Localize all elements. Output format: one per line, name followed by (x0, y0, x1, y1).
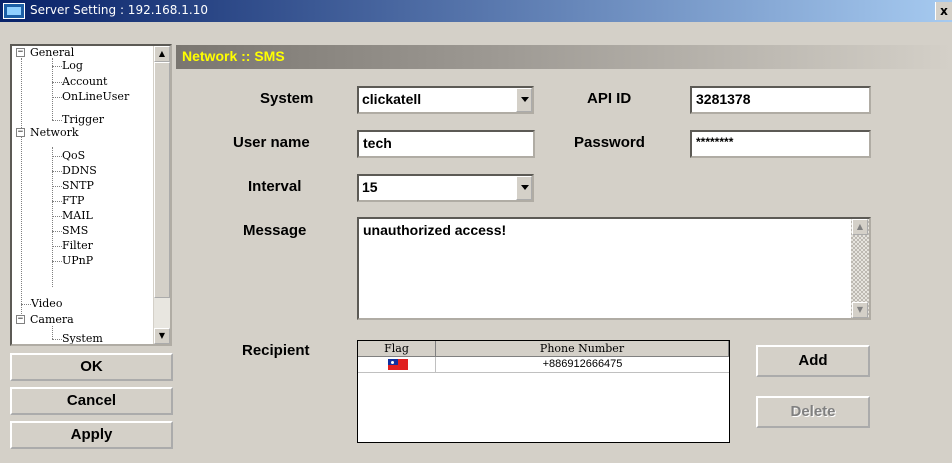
tree-item-label: OnLineUser (62, 90, 130, 103)
tree-scrollbar[interactable]: ▲ ▼ (153, 46, 170, 344)
tree-item-label: Camera (30, 313, 74, 326)
tree-connector (52, 246, 62, 247)
tree-connector (21, 58, 22, 314)
scroll-up-icon[interactable]: ▲ (852, 219, 868, 235)
panel-header: Network :: SMS (176, 45, 952, 69)
tree-connector (52, 231, 62, 232)
tree-item-log[interactable]: Log (62, 59, 83, 72)
app-icon (3, 3, 25, 19)
api-id-label: API ID (587, 90, 632, 107)
settings-tree[interactable]: − General Log Account OnLineUser Trigger… (10, 44, 172, 346)
username-field[interactable]: tech (357, 130, 535, 158)
tree-item-label: System (62, 332, 103, 345)
close-icon: x (940, 4, 948, 18)
tree-item-ddns[interactable]: DDNS (62, 164, 97, 177)
tree-item-label: SMS (62, 224, 89, 237)
panel-title: Network :: SMS (182, 48, 285, 64)
chevron-down-icon[interactable] (516, 176, 532, 200)
tree-item-account[interactable]: Account (62, 75, 107, 88)
tree-connector (52, 82, 62, 83)
tree-item-label: Video (31, 297, 63, 310)
title-bar[interactable]: Server Setting : 192.168.1.10 x (0, 0, 952, 22)
tree-connector (52, 186, 62, 187)
tree-connector (52, 261, 62, 262)
tree-item-ftp[interactable]: FTP (62, 194, 84, 207)
tree-item-sms[interactable]: SMS (62, 224, 88, 237)
scroll-up-icon[interactable]: ▲ (154, 46, 170, 62)
tree-item-label: Log (62, 59, 83, 72)
tree-connector (52, 97, 62, 98)
message-scrollbar[interactable]: ▲ ▼ (851, 219, 869, 318)
tree-connector (52, 120, 62, 121)
system-select[interactable]: clickatell (357, 86, 534, 114)
message-textarea[interactable]: unauthorized access! ▲ ▼ (357, 217, 871, 320)
scroll-down-icon[interactable]: ▼ (852, 302, 868, 318)
tree-item-mail[interactable]: MAIL (62, 209, 93, 222)
tree-item-label: Filter (62, 239, 93, 252)
password-field[interactable]: ******** (690, 130, 871, 158)
column-header-phone[interactable]: Phone Number (436, 341, 729, 357)
system-label: System (260, 90, 314, 107)
phone-cell: +886912666475 (542, 358, 623, 370)
tree-connector (52, 66, 62, 67)
password-label: Password (574, 134, 645, 151)
add-button[interactable]: Add (756, 345, 870, 377)
recipient-table[interactable]: Flag Phone Number +886912666475 (357, 340, 730, 443)
api-id-field[interactable]: 3281378 (690, 86, 871, 114)
tree-item-label: MAIL (62, 209, 93, 222)
table-row[interactable]: +886912666475 (358, 357, 729, 373)
tree-item-onlineuser[interactable]: OnLineUser (62, 90, 129, 103)
tree-item-label: Trigger (62, 113, 104, 126)
chevron-down-icon[interactable] (516, 88, 532, 112)
message-text: unauthorized access! (363, 222, 507, 238)
tree-connector (52, 171, 62, 172)
tree-item-label: UPnP (62, 254, 94, 267)
tree-item-label: General (30, 46, 75, 59)
scroll-thumb[interactable] (154, 62, 170, 298)
delete-button[interactable]: Delete (756, 396, 870, 428)
scroll-down-icon[interactable]: ▼ (154, 328, 170, 344)
close-button[interactable]: x (935, 2, 952, 20)
interval-label: Interval (248, 178, 302, 195)
tree-item-video[interactable]: Video (31, 297, 62, 310)
tree-item-label: QoS (62, 149, 86, 162)
tree-connector (52, 156, 62, 157)
tree-connector (21, 304, 31, 305)
collapse-icon[interactable]: − (16, 128, 25, 137)
tree-item-trigger[interactable]: Trigger (62, 113, 104, 126)
tree-item-upnp[interactable]: UPnP (62, 254, 93, 267)
tree-item-qos[interactable]: QoS (62, 149, 85, 162)
tree-item-label: DDNS (62, 164, 97, 177)
tree-item-label: FTP (62, 194, 85, 207)
taiwan-flag-icon (388, 359, 408, 370)
tree-connector (52, 326, 53, 339)
username-label: User name (233, 134, 310, 151)
tree-connector (52, 147, 53, 287)
message-label: Message (243, 222, 307, 239)
ok-button[interactable]: OK (10, 353, 173, 381)
tree-item-filter[interactable]: Filter (62, 239, 93, 252)
system-value: clickatell (362, 91, 422, 107)
cancel-button[interactable]: Cancel (10, 387, 173, 415)
collapse-icon[interactable]: − (16, 315, 25, 324)
tree-item-label: Account (62, 75, 108, 88)
column-header-flag[interactable]: Flag (358, 341, 436, 357)
tree-item-label: SNTP (62, 179, 94, 192)
recipient-label: Recipient (242, 342, 310, 359)
interval-select[interactable]: 15 (357, 174, 534, 202)
tree-item-sntp[interactable]: SNTP (62, 179, 94, 192)
tree-connector (52, 216, 62, 217)
flag-cell (358, 357, 435, 372)
apply-button[interactable]: Apply (10, 421, 173, 449)
tree-item-system[interactable]: System (62, 332, 103, 345)
tree-connector (52, 201, 62, 202)
tree-connector (52, 58, 53, 120)
tree-item-label: Network (30, 126, 79, 139)
window-title: Server Setting : 192.168.1.10 (30, 3, 208, 17)
collapse-icon[interactable]: − (16, 48, 25, 57)
tree-connector (52, 339, 62, 340)
interval-value: 15 (362, 179, 378, 195)
